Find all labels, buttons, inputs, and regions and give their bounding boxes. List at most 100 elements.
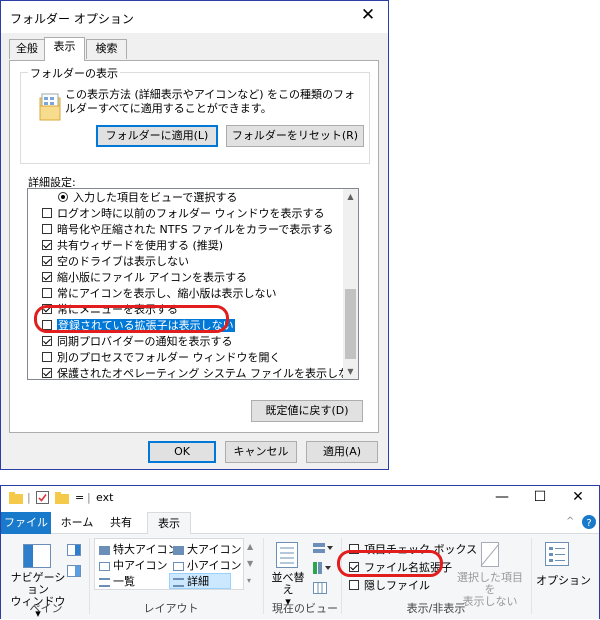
qa-separator: | (27, 491, 31, 504)
layout-large[interactable]: 大アイコン (173, 541, 241, 557)
maximize-icon[interactable]: ☐ (525, 489, 555, 505)
layout-small[interactable]: 小アイコン (173, 557, 241, 573)
folder-options-dialog: フォルダー オプション ✕ 全般 表示 検索 フォルダーの表示 この表示方法 (… (0, 0, 389, 470)
layout-extra-large[interactable]: 特大アイコン (99, 541, 178, 557)
close-icon[interactable]: ✕ (358, 5, 378, 25)
tab-view[interactable]: 表示 (147, 512, 191, 535)
checkbox[interactable] (42, 224, 52, 234)
dialog-title-bar: フォルダー オプション ✕ (1, 1, 388, 33)
list-item[interactable]: 暗号化や圧縮された NTFS ファイルをカラーで表示する (42, 222, 333, 238)
checkbox[interactable] (42, 240, 52, 250)
list-item[interactable]: 空のドライブは表示しない (42, 254, 189, 270)
group-title: フォルダーの表示 (28, 65, 120, 81)
minimize-icon[interactable]: — (487, 489, 517, 505)
apply-to-folders-button[interactable]: フォルダーに適用(L) (96, 125, 218, 147)
details-view-icon (173, 577, 184, 587)
explorer-title-bar: | = | ext — ☐ ✕ (1, 486, 599, 512)
folder-view-group: フォルダーの表示 この表示方法 (詳細表示やアイコンなど) をこの種類のフォルダ… (20, 65, 370, 164)
group-separator (89, 538, 90, 614)
highlight-annotation (34, 305, 229, 333)
checkbox[interactable] (42, 256, 52, 266)
folder-icon (9, 492, 23, 504)
checkbox[interactable] (42, 208, 52, 218)
scroll-thumb[interactable] (345, 289, 356, 359)
ribbon-view: ナビゲーション ウィンドウ ▾ ペイン 特大アイコン 大アイコン 中アイコン 小… (1, 534, 599, 620)
window-title: ext (96, 491, 114, 504)
ribbon-tabs: ファイル ホーム 共有 表示 ^ ? (1, 512, 599, 535)
reset-folders-button[interactable]: フォルダーをリセット(R) (226, 125, 364, 147)
group-separator (341, 538, 342, 614)
medium-icons-icon (99, 561, 110, 571)
tab-home[interactable]: ホーム (57, 512, 97, 534)
list-item[interactable]: 縮小版にファイル アイコンを表示する (42, 270, 247, 286)
hidden-items-option[interactable]: 隠しファイル (349, 577, 430, 593)
list-item[interactable]: 別のプロセスでフォルダー ウィンドウを開く (42, 350, 281, 366)
large-icons-icon (173, 545, 184, 555)
add-columns-icon[interactable] (313, 562, 333, 574)
close-icon[interactable]: ✕ (563, 489, 593, 505)
ok-button[interactable]: OK (148, 441, 216, 463)
scroll-down-icon[interactable]: ▼ (343, 364, 358, 379)
list-item[interactable]: 常にアイコンを表示し、縮小版は表示しない (42, 286, 276, 302)
layout-list[interactable]: 一覧 (99, 573, 135, 589)
dialog-title: フォルダー オプション (10, 12, 134, 26)
highlight-annotation (337, 550, 443, 577)
collapse-ribbon-icon[interactable]: ^ (566, 516, 574, 527)
pane-group-label: ペイン (29, 602, 63, 615)
show-hide-group-label: 表示/非表示 (406, 602, 466, 615)
list-item[interactable]: 入力した項目をビューで選択する (58, 190, 237, 206)
view-tab-panel: フォルダーの表示 この表示方法 (詳細表示やアイコンなど) をこの種類のフォルダ… (9, 60, 379, 433)
checkbox[interactable] (42, 288, 52, 298)
layout-details[interactable]: 詳細 (173, 573, 209, 589)
cancel-button[interactable]: キャンセル (225, 441, 297, 463)
small-icons-icon (173, 561, 184, 571)
checkbox[interactable] (42, 336, 52, 346)
preview-pane-icon[interactable] (67, 544, 81, 556)
properties-icon[interactable] (36, 491, 49, 504)
checkbox[interactable] (349, 580, 359, 590)
group-separator (531, 538, 532, 614)
current-view-group-label: 現在のビュー (272, 602, 338, 615)
checkbox[interactable] (42, 352, 52, 362)
list-scrollbar[interactable]: ▲ ▼ (343, 189, 358, 379)
tab-search[interactable]: 検索 (86, 39, 127, 59)
scroll-up-icon[interactable]: ▲ (343, 189, 358, 204)
details-pane-icon[interactable] (67, 565, 81, 577)
tab-view[interactable]: 表示 (44, 37, 85, 61)
layout-group-label: レイアウト (143, 602, 199, 615)
list-item[interactable]: 同期プロバイダーの通知を表示する (42, 334, 233, 350)
list-item[interactable]: ログオン時に以前のフォルダー ウィンドウを表示する (42, 206, 325, 222)
extra-large-icons-icon (99, 545, 110, 555)
apply-button[interactable]: 適用(A) (306, 441, 378, 463)
list-view-icon (99, 577, 110, 587)
sort-by-icon[interactable] (276, 542, 298, 568)
tab-general[interactable]: 全般 (9, 39, 45, 59)
customize-qa-icon[interactable]: = (75, 491, 84, 504)
qa-separator: | (87, 491, 91, 504)
restore-defaults-button[interactable]: 既定値に戻す(D) (251, 400, 363, 422)
tab-file[interactable]: ファイル (1, 512, 51, 534)
size-columns-icon[interactable] (313, 582, 327, 594)
new-folder-icon[interactable] (55, 492, 69, 504)
group-separator (263, 538, 264, 614)
options-button[interactable]: オプション (536, 572, 591, 588)
checkbox[interactable] (42, 272, 52, 282)
group-description: この表示方法 (詳細表示やアイコンなど) をこの種類のフォルダーすべてに適用する… (65, 88, 356, 115)
explorer-window: | = | ext — ☐ ✕ ファイル ホーム 共有 表示 ^ ? ナビゲーシ… (0, 485, 600, 620)
advanced-settings-list[interactable]: 入力した項目をビューで選択する ログオン時に以前のフォルダー ウィンドウを表示す… (27, 188, 359, 380)
list-item[interactable]: 保護されたオペレーティング システム ファイルを表示しない (推奨) (42, 366, 358, 379)
svg-text:?: ? (586, 518, 591, 529)
checkbox[interactable] (42, 368, 52, 378)
folder-view-icon (39, 93, 61, 121)
navigation-pane-icon[interactable] (23, 544, 51, 568)
tab-share[interactable]: 共有 (103, 512, 139, 534)
list-item[interactable]: 共有ウィザードを使用する (推奨) (42, 238, 223, 254)
gallery-scroll-icon[interactable]: ▲ ▼ ▾ (247, 538, 253, 589)
layout-medium[interactable]: 中アイコン (99, 557, 167, 573)
options-icon[interactable] (545, 542, 569, 566)
radio-icon[interactable] (58, 192, 68, 202)
group-by-icon[interactable] (313, 542, 333, 554)
hide-selected-icon[interactable] (479, 542, 501, 568)
layout-gallery[interactable]: 特大アイコン 大アイコン 中アイコン 小アイコン 一覧 詳細 (94, 538, 244, 590)
help-icon[interactable]: ? (582, 515, 596, 529)
